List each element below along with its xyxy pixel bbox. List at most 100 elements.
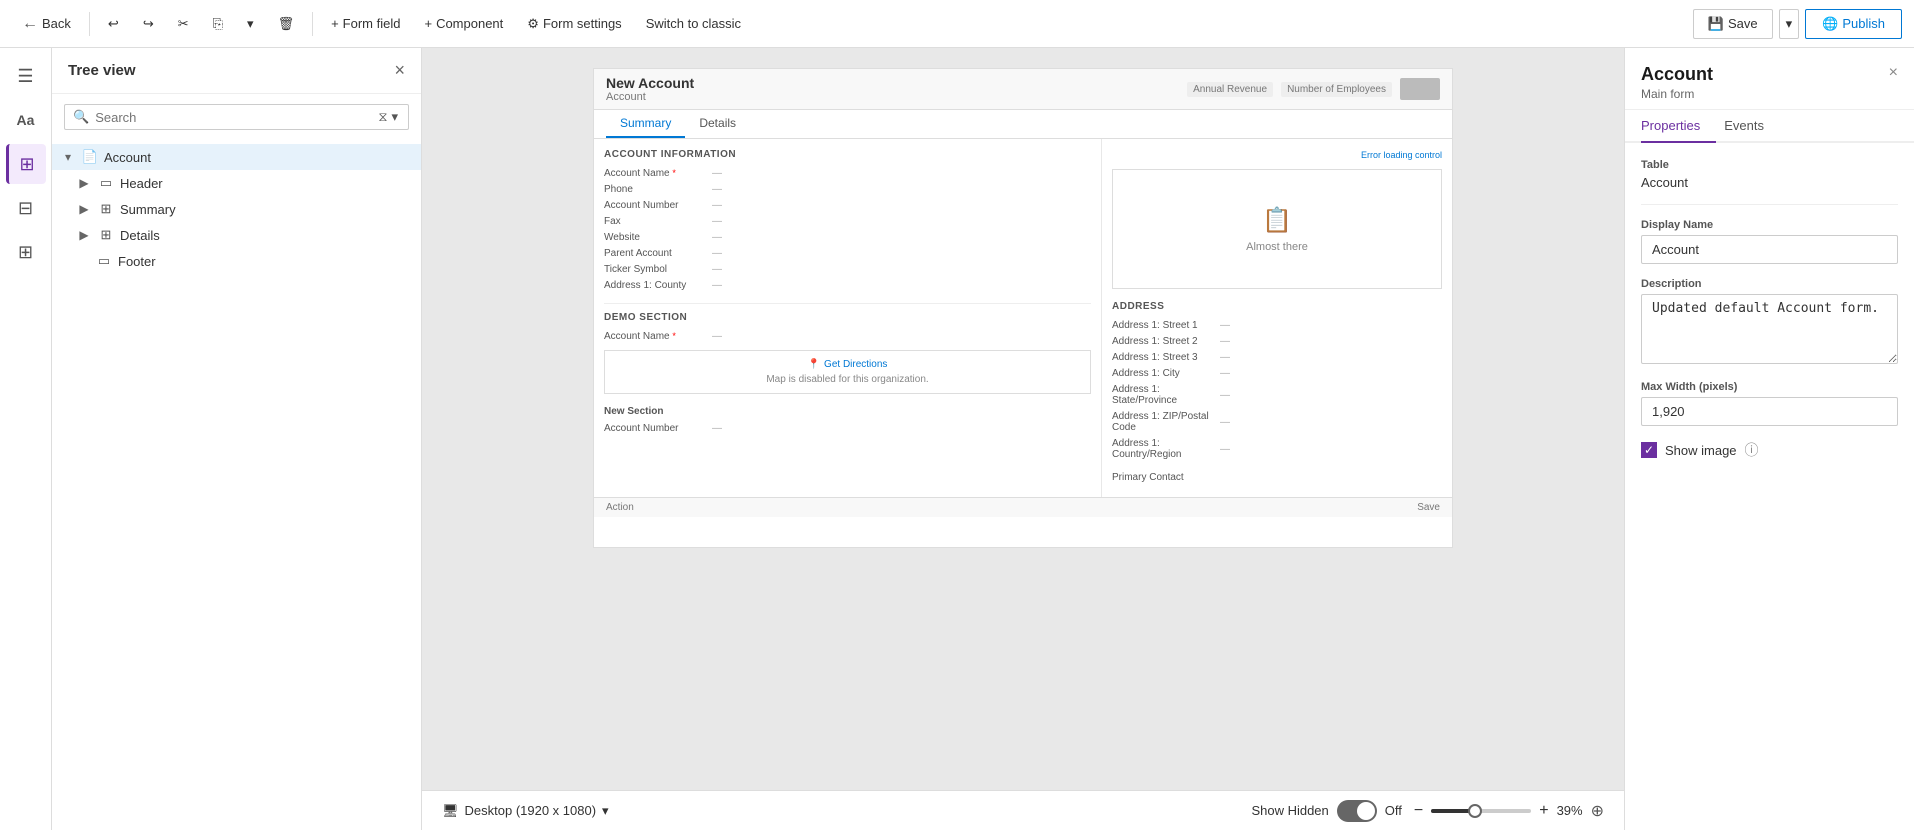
field-account-number: Account Number — (604, 200, 1091, 211)
strip-apps-icon[interactable]: ⊟ (6, 188, 46, 228)
main-area: ☰ Aa ⊞ ⊟ ⊞ Tree view × 🔍 ⧖ ▾ ▾ 📄 Account (0, 48, 1914, 830)
tree-item-account[interactable]: ▾ 📄 Account (52, 144, 421, 170)
footer-save: Save (1417, 502, 1440, 513)
tree-item-summary[interactable]: ▶ ⊞ Summary (52, 196, 421, 222)
form-tab-details[interactable]: Details (685, 110, 750, 138)
map-disabled-text: Map is disabled for this organization. (613, 374, 1082, 385)
rp-subtitle: Main form (1641, 87, 1713, 101)
rp-tab-properties[interactable]: Properties (1641, 110, 1716, 143)
rp-tab-events[interactable]: Events (1724, 110, 1780, 141)
rp-close-button[interactable]: × (1889, 64, 1898, 82)
rp-display-name-section: Display Name (1641, 204, 1898, 264)
desktop-label: Desktop (1920 x 1080) (465, 803, 597, 818)
expand-icon-summary: ▶ (76, 201, 92, 217)
section-icon-header: ▭ (98, 175, 114, 191)
strip-layers-icon[interactable]: ⊞ (6, 144, 46, 184)
paste-dropdown-button[interactable]: ▾ (237, 12, 264, 36)
show-hidden-toggle[interactable] (1337, 800, 1377, 822)
undo-button[interactable]: ↩ (98, 12, 129, 36)
strip-grid-icon[interactable]: ⊞ (6, 232, 46, 272)
tree-item-details[interactable]: ▶ ⊞ Details (52, 222, 421, 248)
paste-dropdown-icon: ▾ (247, 16, 254, 32)
filter-dropdown-icon[interactable]: ▾ (391, 109, 398, 125)
field-country: Address 1: Country/Region — (1112, 438, 1442, 460)
strip-text-icon[interactable]: Aa (6, 100, 46, 140)
timeline-text: Almost there (1246, 241, 1308, 253)
desktop-selector[interactable]: 🖥 Desktop (1920 x 1080) ▾ (442, 803, 609, 819)
tree-container: ▾ 📄 Account ▶ ▭ Header ▶ ⊞ Summary ▶ ⊞ D… (52, 140, 421, 830)
search-input[interactable] (95, 110, 372, 125)
sidebar: Tree view × 🔍 ⧖ ▾ ▾ 📄 Account ▶ ▭ Header (52, 48, 422, 830)
show-image-info-icon[interactable]: ⓘ (1745, 440, 1759, 460)
zoom-slider[interactable] (1431, 809, 1531, 813)
display-name-input[interactable] (1641, 235, 1898, 264)
description-textarea[interactable]: Updated default Account form. (1641, 294, 1898, 364)
copy-icon: ⎘ (213, 16, 223, 32)
timeline-box: 📋 Almost there (1112, 169, 1442, 289)
form-footer-bar: Action Save (594, 497, 1452, 517)
tree-item-footer[interactable]: ▭ Footer (52, 248, 421, 274)
delete-button[interactable]: 🗑 (268, 12, 305, 36)
icon-strip: ☰ Aa ⊞ ⊟ ⊞ (0, 48, 52, 830)
zoom-slider-thumb[interactable] (1468, 804, 1482, 818)
desktop-icon: 🖥 (442, 803, 459, 819)
sidebar-close-button[interactable]: × (394, 60, 405, 81)
error-loading-link[interactable]: Error loading control (1361, 150, 1442, 160)
field-street1: Address 1: Street 1 — (1112, 320, 1442, 331)
zoom-plus-icon[interactable]: + (1539, 802, 1548, 820)
tree-label-summary: Summary (120, 202, 176, 217)
rp-table-value: Account (1641, 175, 1898, 190)
desktop-chevron-icon: ▾ (602, 803, 609, 819)
zoom-controls: − + 39% ⊕ (1414, 801, 1604, 821)
cut-icon: ✂ (178, 16, 189, 32)
bottom-bar: 🖥 Desktop (1920 x 1080) ▾ Show Hidden Of… (422, 790, 1624, 830)
filter-icon[interactable]: ⧖ (378, 109, 387, 125)
checkbox-check-icon: ✓ (1644, 443, 1654, 457)
form-icon-account: 📄 (82, 149, 98, 165)
tree-label-header: Header (120, 176, 163, 191)
field-parent-account: Parent Account — (604, 248, 1091, 259)
get-directions-link[interactable]: 📍 Get Directions (613, 359, 1082, 370)
rp-tabs: Properties Events (1625, 110, 1914, 143)
cut-button[interactable]: ✂ (168, 12, 199, 36)
table-icon-summary: ⊞ (98, 201, 114, 217)
strip-menu-icon[interactable]: ☰ (6, 56, 46, 96)
header-profile (1400, 78, 1440, 100)
rp-description-label: Description (1641, 278, 1898, 290)
field-website: Website — (604, 232, 1091, 243)
switch-classic-button[interactable]: Switch to classic (636, 12, 751, 35)
form-right-col: Error loading control 📋 Almost there ADD… (1102, 139, 1452, 497)
section-account-info-title: ACCOUNT INFORMATION (604, 149, 1091, 160)
form-tab-summary[interactable]: Summary (606, 110, 685, 138)
save-button[interactable]: 💾 Save (1693, 9, 1773, 39)
tree-item-header[interactable]: ▶ ▭ Header (52, 170, 421, 196)
field-demo-account-name: Account Name * — (604, 331, 1091, 342)
field-street3: Address 1: Street 3 — (1112, 352, 1442, 363)
show-image-checkbox[interactable]: ✓ (1641, 442, 1657, 458)
plus-form-field-icon: + (331, 16, 339, 31)
zoom-minus-icon[interactable]: − (1414, 802, 1423, 820)
fit-to-screen-icon[interactable]: ⊕ (1591, 801, 1604, 821)
sidebar-search-container: 🔍 ⧖ ▾ (64, 104, 409, 130)
zoom-level-label: 39% (1557, 803, 1583, 818)
form-field-button[interactable]: + Form field (321, 12, 410, 35)
table-icon-details: ⊞ (98, 227, 114, 243)
toggle-knob (1357, 802, 1375, 820)
back-button[interactable]: ← Back (12, 11, 81, 37)
save-dropdown-button[interactable]: ▾ (1779, 9, 1800, 39)
publish-icon: 🌐 (1822, 16, 1838, 32)
sidebar-header: Tree view × (52, 48, 421, 94)
sidebar-title: Tree view (68, 62, 136, 79)
publish-button[interactable]: 🌐 Publish (1805, 9, 1902, 39)
redo-button[interactable]: ↪ (133, 12, 164, 36)
rp-description-section: Description Updated default Account form… (1641, 278, 1898, 367)
form-settings-button[interactable]: ⚙ Form settings (517, 12, 631, 36)
copy-button[interactable]: ⎘ (203, 12, 233, 36)
field-zip: Address 1: ZIP/Postal Code — (1112, 411, 1442, 433)
max-width-input[interactable] (1641, 397, 1898, 426)
show-hidden-label: Show Hidden (1251, 803, 1328, 818)
rp-title: Account (1641, 64, 1713, 85)
rp-show-image-row: ✓ Show image ⓘ (1641, 440, 1898, 460)
component-button[interactable]: + Component (414, 12, 513, 35)
save-icon: 💾 (1708, 16, 1724, 32)
